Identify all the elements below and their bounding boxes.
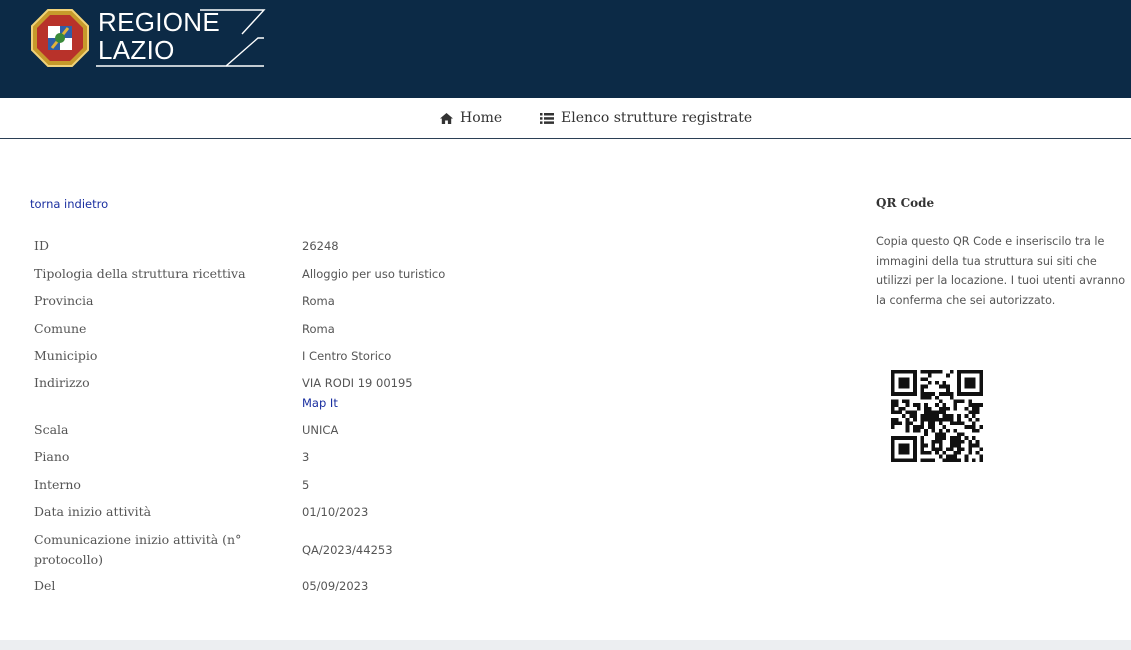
brand-line2: LAZIO [98, 35, 175, 65]
detail-label: Comune [34, 321, 87, 336]
regione-lazio-emblem-icon[interactable] [30, 8, 90, 68]
detail-label: ID [34, 238, 49, 253]
detail-label: Piano [34, 449, 70, 464]
detail-value: Alloggio per uso turistico [302, 267, 446, 281]
map-it-link[interactable]: Map It [302, 393, 413, 413]
detail-value: VIA RODI 19 00195 Map It [302, 373, 413, 413]
nav-elenco-strutture-label: Elenco strutture registrate [561, 110, 753, 126]
qr-code-title: QR Code [876, 196, 935, 210]
detail-value: QA/2023/44253 [302, 543, 393, 557]
detail-label: Comunicazione inizio attività (n° protoc… [34, 532, 242, 567]
main-nav: Home Elenco strutture registrate [0, 98, 1131, 139]
detail-value: 26248 [302, 239, 339, 253]
detail-value: UNICA [302, 423, 339, 437]
detail-label: Provincia [34, 293, 94, 308]
detail-value: 5 [302, 478, 310, 492]
detail-label: Scala [34, 422, 69, 437]
detail-label: Municipio [34, 348, 98, 363]
nav-home-label: Home [460, 110, 503, 126]
detail-label: Indirizzo [34, 375, 90, 390]
brand-name: REGIONE LAZIO [98, 8, 220, 64]
detail-value: I Centro Storico [302, 349, 392, 363]
back-link[interactable]: torna indietro [30, 197, 108, 211]
brand-line1: REGIONE [98, 7, 221, 37]
nav-elenco-strutture[interactable]: Elenco strutture registrate [540, 110, 752, 126]
address-text: VIA RODI 19 00195 [302, 376, 413, 390]
qr-code-description: Copia questo QR Code e inseriscilo tra l… [876, 235, 1126, 307]
nav-home[interactable]: Home [440, 110, 502, 126]
detail-value: 3 [302, 450, 310, 464]
detail-label: Tipologia della struttura ricettiva [34, 266, 246, 281]
detail-value: 05/09/2023 [302, 579, 369, 593]
home-icon [440, 112, 453, 124]
detail-label: Interno [34, 477, 81, 492]
site-header: REGIONE LAZIO [0, 0, 1131, 98]
detail-label: Del [34, 578, 56, 593]
qr-code-image [891, 370, 983, 462]
detail-value: Roma [302, 322, 335, 336]
list-icon [540, 112, 554, 124]
detail-value: Roma [302, 294, 335, 308]
footer-band [0, 640, 1131, 650]
detail-value: 01/10/2023 [302, 505, 369, 519]
detail-label: Data inizio attività [34, 504, 152, 519]
